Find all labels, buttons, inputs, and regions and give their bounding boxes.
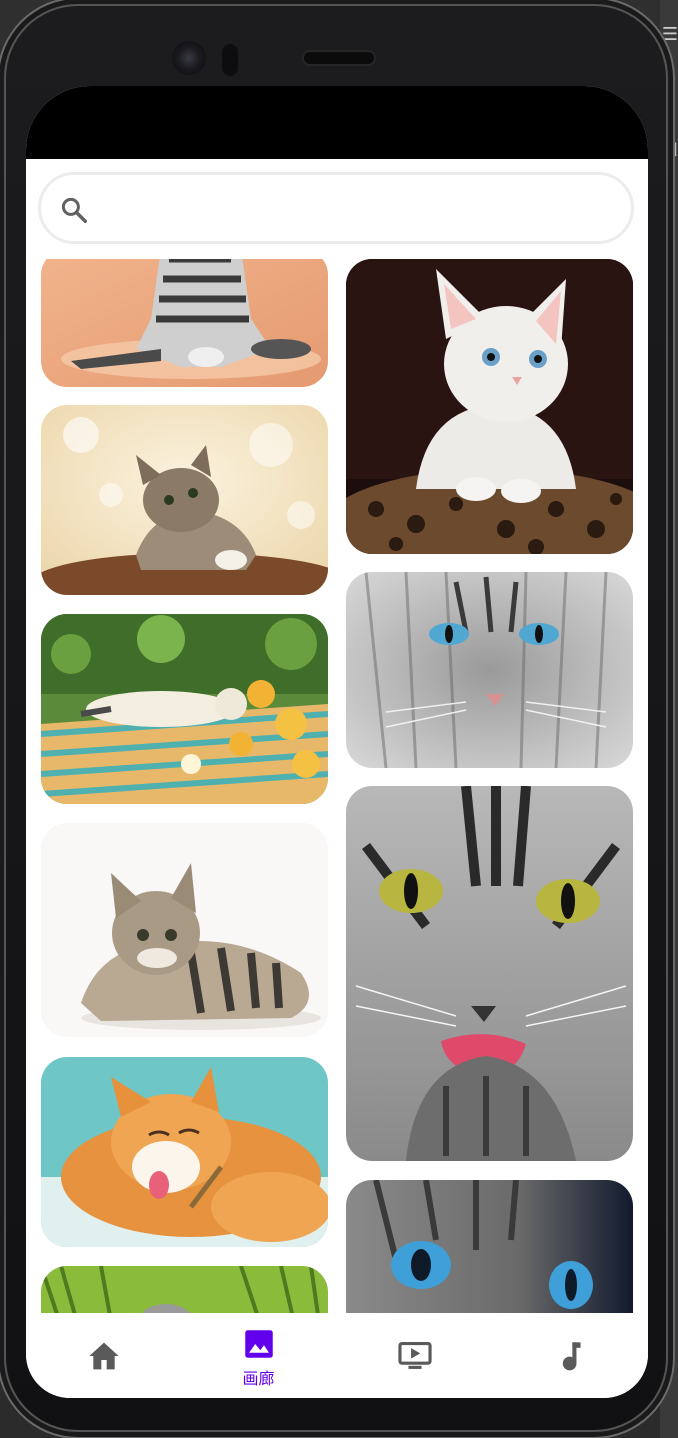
gallery-image-kitten-looking-up[interactable] [41, 405, 328, 595]
app-screen: 画廊 [26, 86, 648, 1398]
search-bar[interactable] [38, 172, 634, 244]
gallery-image-cat-in-grass[interactable] [41, 1266, 328, 1313]
proximity-sensor [222, 44, 238, 76]
nav-item-music[interactable] [493, 1313, 648, 1398]
nav-item-slideshow[interactable] [337, 1313, 492, 1398]
gallery-image-kitten-lying-down[interactable] [41, 823, 328, 1037]
gallery-image-cat-sleeping-on-bench[interactable] [41, 614, 328, 804]
nav-item-gallery[interactable]: 画廊 [181, 1313, 336, 1398]
gallery-image-cat-tabby-sitting[interactable] [41, 259, 328, 387]
gallery-image-orange-cat-licking[interactable] [41, 1057, 328, 1247]
nav-label-gallery: 画廊 [242, 1369, 275, 1388]
status-bar [26, 86, 648, 159]
search-input[interactable] [105, 187, 609, 231]
image-icon [244, 1330, 273, 1358]
home-icon [88, 1342, 119, 1370]
front-camera [172, 41, 206, 75]
nav-item-home[interactable] [26, 1313, 181, 1398]
bottom-navigation: 画廊 [26, 1313, 648, 1398]
music-note-icon [562, 1342, 581, 1371]
scroll-marker [668, 352, 674, 438]
slideshow-icon [397, 1342, 432, 1369]
gallery-image-tabby-cat-licking-paw[interactable] [346, 786, 633, 1161]
gallery-image-gray-cat-blue-eyes[interactable] [346, 572, 633, 768]
image-gallery[interactable] [26, 259, 648, 1313]
gallery-image-white-kitten-on-leopard-bed[interactable] [346, 259, 633, 554]
earpiece-speaker [304, 52, 374, 64]
menu-icon: ☰ [661, 24, 678, 45]
gallery-image-cat-blue-eyes-closeup[interactable] [346, 1180, 633, 1313]
search-icon [61, 197, 87, 223]
